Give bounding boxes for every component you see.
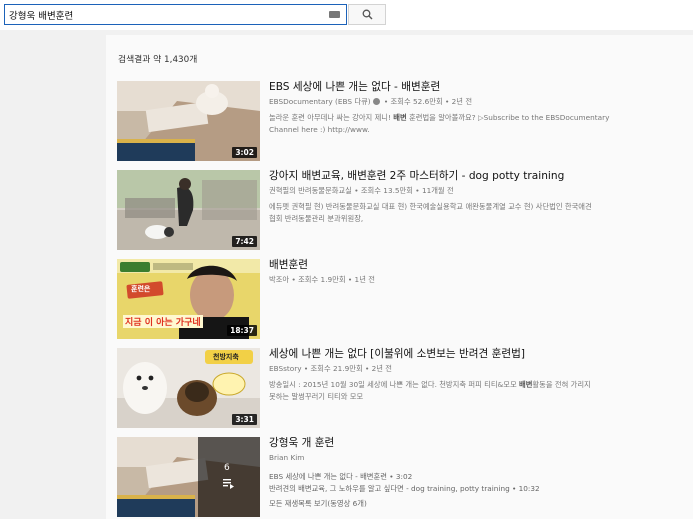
upload-age: 2년 전 xyxy=(371,364,393,373)
video-result[interactable]: 7:42 강아지 배변교육, 배변훈련 2주 마스터하기 - dog potty… xyxy=(117,170,687,250)
description-highlight: 배변 xyxy=(393,113,407,122)
view-count: 조회수 21.9만회 xyxy=(310,364,363,373)
video-description: 방송일시 : 2015년 10월 30일 세상에 나쁜 개는 없다. 천방지축 … xyxy=(269,379,629,402)
video-thumbnail[interactable]: 훈련은 지금 이 아는 가구네 18:37 xyxy=(117,259,260,339)
upload-age: 11개월 전 xyxy=(421,186,454,195)
result-count: 검색결과 약 1,430개 xyxy=(118,55,198,65)
search-icon xyxy=(362,9,372,20)
video-thumbnail[interactable]: 천방지축 3:31 xyxy=(117,348,260,428)
description-highlight: 배변 xyxy=(518,380,533,389)
playlist-video-count: 6 xyxy=(224,463,230,473)
view-count: 조회수 52.6만회 xyxy=(390,97,443,106)
playlist-thumbnail[interactable]: 6 xyxy=(117,437,260,517)
video-duration: 3:31 xyxy=(232,414,257,425)
description-text: 활동을 전혀 가리지 xyxy=(532,380,591,389)
keyboard-icon[interactable] xyxy=(329,11,340,18)
playlist-icon xyxy=(223,479,234,489)
video-title[interactable]: 세상에 나쁜 개는 없다 [이불위에 소변보는 반려견 훈련법] xyxy=(269,348,689,361)
results-panel: 검색결과 약 1,430개 3:02 EBS 세상에 나쁜 개는 없다 - 배변… xyxy=(106,35,693,519)
video-duration: 18:37 xyxy=(227,325,257,336)
view-count: 조회수 1.9만회 xyxy=(298,275,346,284)
channel-name[interactable]: EBSDocumentary (EBS 다큐) xyxy=(269,97,371,106)
video-duration: 3:02 xyxy=(232,147,257,158)
video-meta: 권혁필의 반려동물문화교실 • 조회수 13.5만회 • 11개월 전 xyxy=(269,186,454,195)
video-meta: EBSDocumentary (EBS 다큐) • 조회수 52.6만회 • 2… xyxy=(269,97,473,106)
video-title[interactable]: EBS 세상에 나쁜 개는 없다 - 배변훈련 xyxy=(269,81,689,94)
playlist-title[interactable]: 강형욱 개 훈련 xyxy=(269,437,689,450)
video-meta: 박조아 • 조회수 1.9만회 • 1년 전 xyxy=(269,275,375,284)
description-text: 못하는 말썽꾸러기 티티와 모모 xyxy=(269,391,364,401)
thumbnail-caption: 훈련은 xyxy=(131,285,151,293)
description-text: 에듀펫 권혁필 현) 반려동물문화교실 대표 현) 한국예술실용학교 애완동물계… xyxy=(269,202,592,211)
video-thumbnail[interactable]: 3:02 xyxy=(117,81,260,161)
thumbnail-label: 천방지축 xyxy=(213,353,239,361)
view-count: 조회수 13.5만회 xyxy=(360,186,413,195)
video-description: 에듀펫 권혁필 현) 반려동물문화교실 대표 현) 한국예술실용학교 애완동물계… xyxy=(269,201,629,224)
playlist-channel[interactable]: Brian Kim xyxy=(269,453,689,462)
thumbnail-caption: 지금 이 아는 가구네 xyxy=(123,315,203,328)
search-input[interactable] xyxy=(9,6,319,23)
video-duration: 7:42 xyxy=(232,236,257,247)
playlist-overlay: 6 xyxy=(198,437,260,517)
verified-icon xyxy=(372,98,380,105)
view-full-playlist-link[interactable]: 모든 재생목록 보기(동영상 6개) xyxy=(269,498,689,510)
search-box[interactable] xyxy=(4,4,347,25)
channel-name[interactable]: 박조아 xyxy=(269,275,289,284)
description-text: 놀라운 훈련 아무데나 싸는 강아지 제니! xyxy=(269,113,394,122)
video-description: 놀라운 훈련 아무데나 싸는 강아지 제니! 배변 훈련법을 알아볼까요? ▷S… xyxy=(269,112,629,135)
description-text: 방송일시 : 2015년 10월 30일 세상에 나쁜 개는 없다. 천방지축 … xyxy=(269,380,519,389)
playlist-entry[interactable]: 반려견의 배변교육, 그 노하우를 알고 싶다면 - dog training,… xyxy=(269,483,689,495)
channel-name[interactable]: EBSstory xyxy=(269,364,302,373)
video-title[interactable]: 배변훈련 xyxy=(269,259,689,272)
search-button[interactable] xyxy=(348,4,386,25)
upload-age: 2년 전 xyxy=(451,97,473,106)
video-meta: EBSstory • 조회수 21.9만회 • 2년 전 xyxy=(269,364,393,373)
video-result[interactable]: 3:02 EBS 세상에 나쁜 개는 없다 - 배변훈련 EBSDocument… xyxy=(117,81,687,161)
description-text: 협회 반려동물관리 분과위원장, xyxy=(269,213,364,223)
video-thumbnail[interactable]: 7:42 xyxy=(117,170,260,250)
top-bar xyxy=(0,0,693,30)
playlist-entry[interactable]: EBS 세상에 나쁜 개는 없다 - 배변훈련 • 3:02 xyxy=(269,471,689,483)
description-text: Channel here :) http://www. xyxy=(269,124,370,134)
video-result[interactable]: 훈련은 지금 이 아는 가구네 18:37 배변훈련 박조아 • 조회수 1.9… xyxy=(117,259,687,339)
description-text: 훈련법을 알아볼까요? ▷Subscribe to the EBSDocumen… xyxy=(406,113,610,122)
upload-age: 1년 전 xyxy=(354,275,375,284)
video-result[interactable]: 천방지축 3:31 세상에 나쁜 개는 없다 [이불위에 소변보는 반려견 훈련… xyxy=(117,348,687,428)
video-title[interactable]: 강아지 배변교육, 배변훈련 2주 마스터하기 - dog potty trai… xyxy=(269,170,689,183)
channel-name[interactable]: 권혁필의 반려동물문화교실 xyxy=(269,186,352,195)
playlist-result[interactable]: 6 강형욱 개 훈련 Brian Kim EBS 세상에 나쁜 개는 없다 - … xyxy=(117,437,687,519)
